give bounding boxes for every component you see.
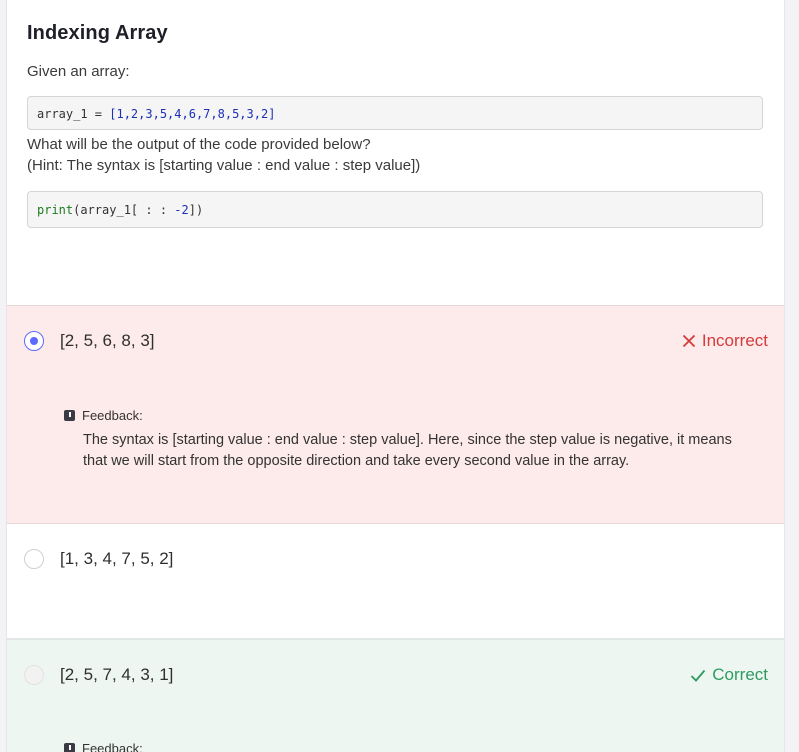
question-intro: Given an array: xyxy=(27,63,130,80)
code-args: (array_1[ : : xyxy=(73,203,175,217)
status-correct: Correct xyxy=(690,665,768,685)
radio-button[interactable] xyxy=(24,665,44,685)
code-block-print: print(array_1[ : : -2]) xyxy=(27,191,763,228)
radio-button-selected[interactable] xyxy=(24,331,44,351)
status-text: Correct xyxy=(712,665,768,684)
code-step: -2 xyxy=(174,203,189,217)
code-array-value: [1,2,3,5,4,6,7,8,5,3,2] xyxy=(109,107,276,121)
comment-icon xyxy=(64,743,75,752)
option-label: [2, 5, 6, 8, 3] xyxy=(60,331,155,350)
code-fn: print xyxy=(37,203,74,217)
feedback-header: Feedback: xyxy=(64,741,143,752)
question-title: Indexing Array xyxy=(27,22,168,44)
code-close: ]) xyxy=(188,203,204,217)
option-label: [1, 3, 4, 7, 5, 2] xyxy=(60,549,174,568)
status-incorrect: Incorrect xyxy=(682,331,768,351)
answer-option-1[interactable]: [2, 5, 6, 8, 3] Incorrect Feedback: The … xyxy=(7,305,784,524)
feedback-title: Feedback: xyxy=(82,741,143,752)
feedback-title: Feedback: xyxy=(82,408,143,423)
status-text: Incorrect xyxy=(701,331,768,350)
code-block-array: array_1 = [1,2,3,5,4,6,7,8,5,3,2] xyxy=(27,96,763,130)
x-icon xyxy=(682,334,695,348)
question-hint: (Hint: The syntax is [starting value : e… xyxy=(27,157,421,174)
feedback-text: The syntax is [starting value : end valu… xyxy=(83,432,732,469)
answer-option-3[interactable]: [2, 5, 7, 4, 3, 1] Correct Feedback: xyxy=(7,639,784,752)
question-card: Indexing Array Given an array: array_1 =… xyxy=(6,0,785,752)
answer-option-2[interactable]: [1, 3, 4, 7, 5, 2] xyxy=(7,524,784,639)
comment-icon xyxy=(64,410,75,421)
check-icon xyxy=(691,669,706,682)
radio-button[interactable] xyxy=(24,549,44,569)
option-label: [2, 5, 7, 4, 3, 1] xyxy=(60,665,174,684)
question-prompt: What will be the output of the code prov… xyxy=(27,136,371,153)
code-var: array_1 = xyxy=(37,107,110,121)
feedback-header: Feedback: xyxy=(64,408,143,423)
